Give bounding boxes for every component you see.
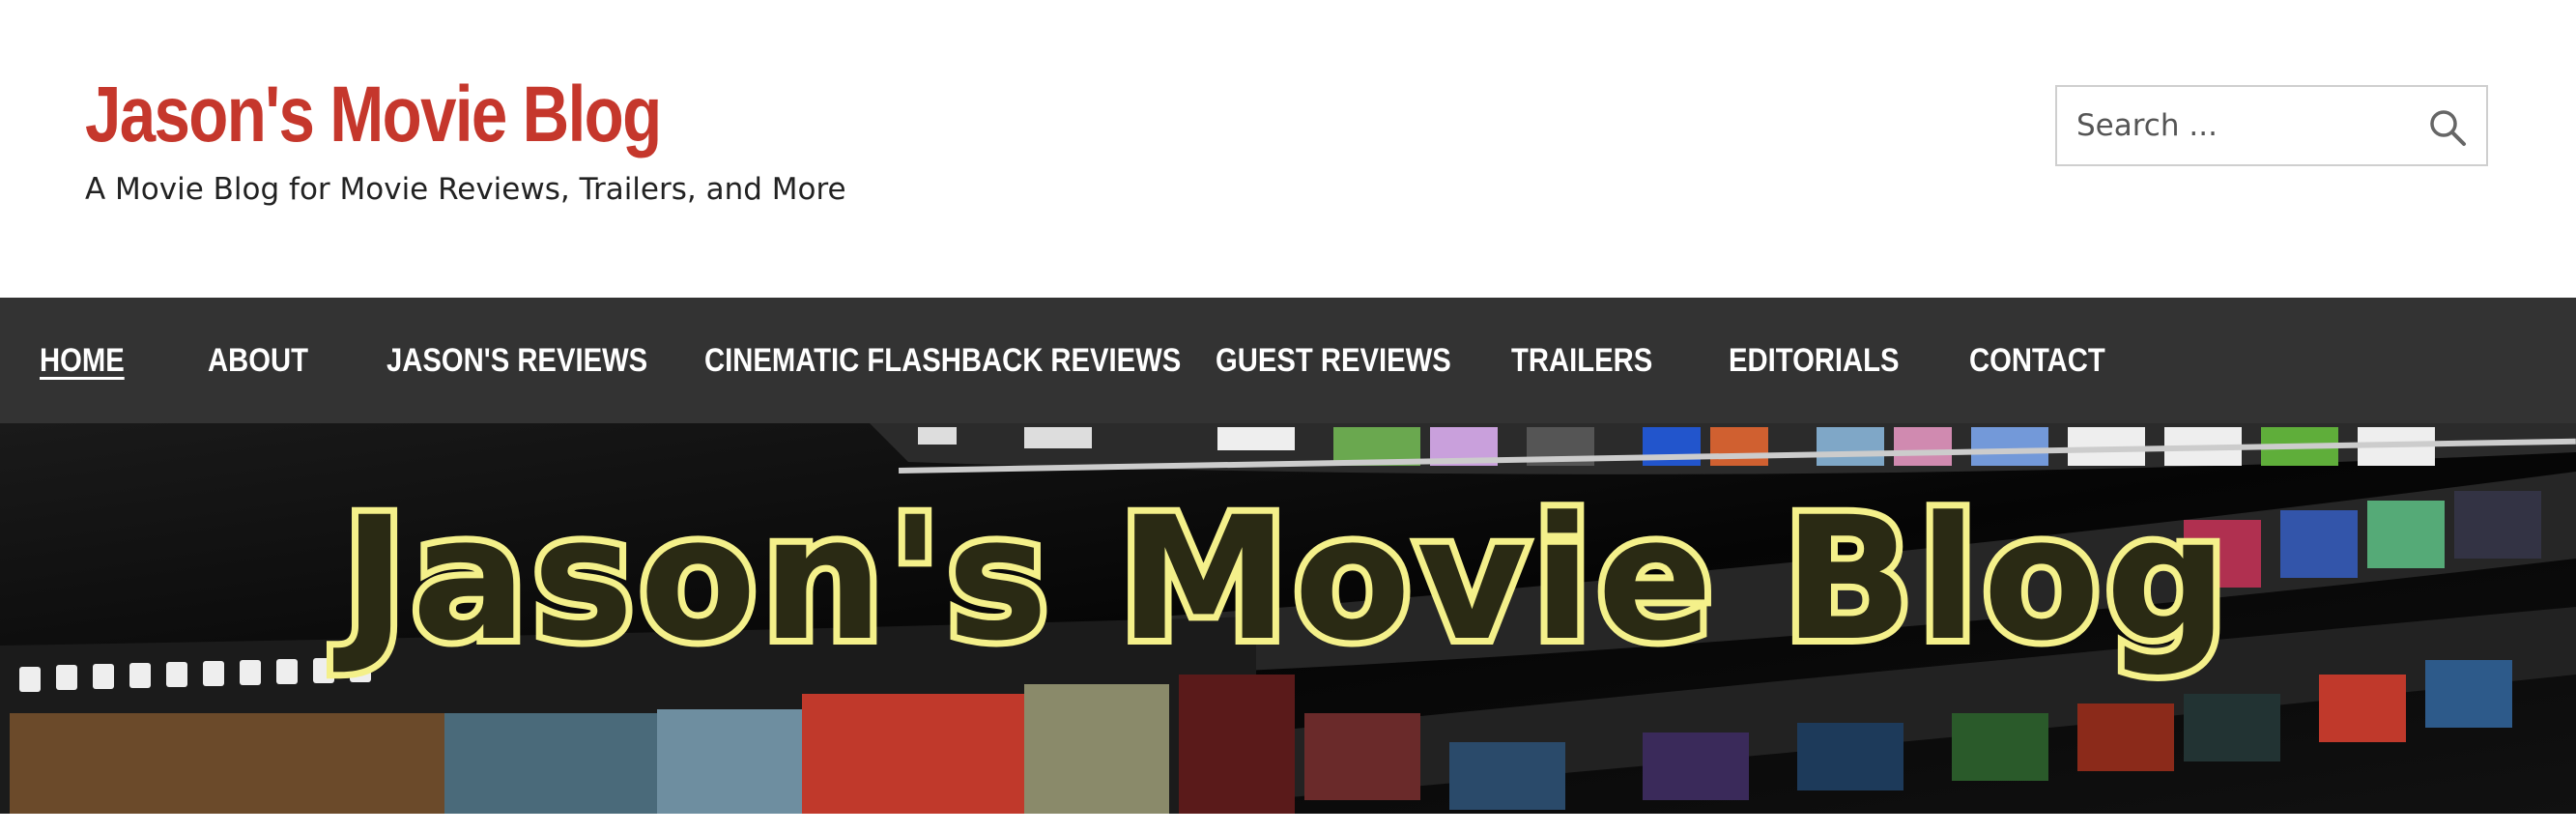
nav-item-label: GUEST REVIEWS	[1216, 342, 1451, 379]
search-icon	[2430, 110, 2466, 146]
film-strip-banner-graphic: Jason's Movie Blog	[0, 423, 2576, 814]
nav-item-label: EDITORIALS	[1729, 342, 1900, 379]
nav-item-editorials[interactable]: EDITORIALS	[1729, 298, 1900, 423]
header-banner-image[interactable]: Jason's Movie Blog	[0, 423, 2576, 814]
nav-menu: HOME ABOUT JASON'S REVIEWS CINEMATIC FLA…	[0, 298, 2576, 423]
nav-item-contact[interactable]: CONTACT	[1969, 298, 2105, 423]
main-navigation: HOME ABOUT JASON'S REVIEWS CINEMATIC FLA…	[0, 298, 2576, 423]
nav-item-label: CINEMATIC FLASHBACK REVIEWS	[704, 342, 1182, 379]
nav-item-label: CONTACT	[1969, 342, 2105, 379]
nav-item-label: TRAILERS	[1511, 342, 1653, 379]
nav-item-label: HOME	[40, 342, 125, 379]
search-button[interactable]	[2426, 106, 2469, 149]
nav-item-label: ABOUT	[208, 342, 308, 379]
search-form	[2055, 85, 2488, 166]
search-input[interactable]	[2076, 87, 2405, 164]
nav-item-about[interactable]: ABOUT	[208, 298, 308, 423]
nav-item-jasons-reviews[interactable]: JASON'S REVIEWS	[386, 298, 647, 423]
site-header: Jason's Movie Blog A Movie Blog for Movi…	[0, 0, 2576, 298]
site-tagline: A Movie Blog for Movie Reviews, Trailers…	[85, 172, 846, 207]
banner-title-text: Jason's Movie Blog	[333, 480, 2233, 678]
nav-item-guest-reviews[interactable]: GUEST REVIEWS	[1216, 298, 1451, 423]
site-title[interactable]: Jason's Movie Blog	[85, 75, 662, 155]
nav-item-home[interactable]: HOME	[40, 298, 125, 423]
nav-item-trailers[interactable]: TRAILERS	[1511, 298, 1652, 423]
nav-item-cinematic-flashback-reviews[interactable]: CINEMATIC FLASHBACK REVIEWS	[704, 298, 1181, 423]
nav-item-label: JASON'S REVIEWS	[386, 342, 648, 379]
